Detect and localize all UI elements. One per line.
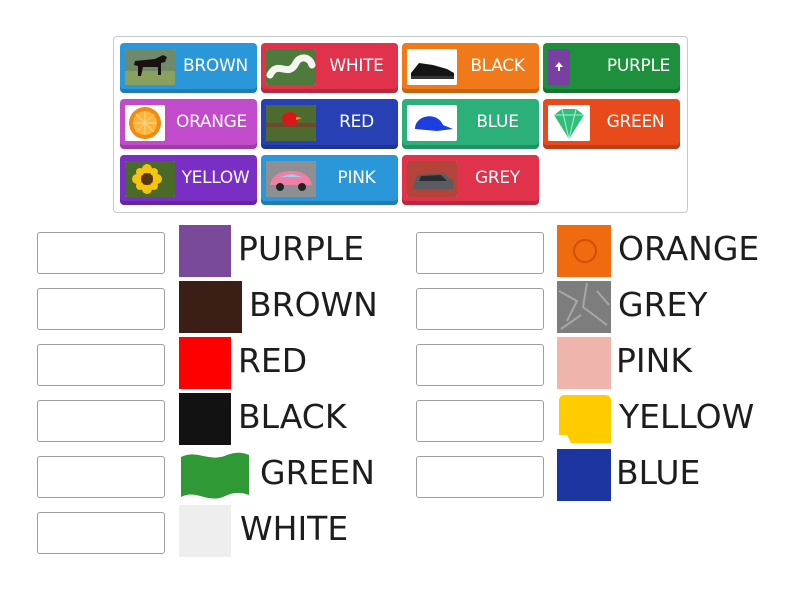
target-word: YELLOW [619, 397, 755, 436]
drop-slot-red[interactable] [37, 344, 165, 386]
tile-label: WHITE [329, 56, 384, 76]
tile-label: BLUE [476, 112, 519, 132]
pink-swatch [557, 337, 611, 389]
tile-pink[interactable]: PINK [261, 155, 398, 205]
purple-swatch [179, 225, 231, 277]
tile-label: BROWN [183, 56, 248, 76]
tile-white[interactable]: WHITE [261, 43, 398, 93]
target-word: BLACK [238, 397, 347, 436]
drop-slot-yellow[interactable] [416, 400, 544, 442]
drop-slot-white[interactable] [37, 512, 165, 554]
target-word: BLUE [616, 453, 701, 492]
blue-swatch [557, 449, 611, 501]
tile-label: GREY [475, 168, 520, 188]
grey-texture-swatch [557, 281, 611, 333]
horse-photo [125, 49, 175, 85]
tile-black[interactable]: BLACK [402, 43, 539, 93]
tile-brown[interactable]: BROWN [120, 43, 257, 93]
black-swatch [179, 393, 231, 445]
tile-purple[interactable]: PURPLE [543, 43, 680, 93]
drop-slot-brown[interactable] [37, 288, 165, 330]
white-swatch [179, 505, 231, 557]
tile-grey[interactable]: GREY [402, 155, 539, 205]
tile-label: PINK [337, 168, 376, 188]
tile-orange[interactable]: ORANGE [120, 99, 257, 149]
tile-label: GREEN [606, 112, 665, 132]
tile-green[interactable]: GREEN [543, 99, 680, 149]
tile-yellow[interactable]: YELLOW [120, 155, 257, 205]
drop-slot-orange[interactable] [416, 232, 544, 274]
drop-slot-purple[interactable] [37, 232, 165, 274]
target-word: PURPLE [238, 229, 365, 268]
tile-blue[interactable]: BLUE [402, 99, 539, 149]
tile-label: RED [339, 112, 374, 132]
sunflower-photo [125, 161, 175, 197]
yellow-swatch [557, 393, 611, 445]
grey-car-photo [407, 161, 457, 197]
tile-label: BLACK [470, 56, 525, 76]
blue-cap-photo [407, 105, 457, 141]
target-word: PINK [616, 341, 692, 380]
drop-slot-pink[interactable] [416, 344, 544, 386]
drop-slot-black[interactable] [37, 400, 165, 442]
target-word: BROWN [249, 285, 378, 324]
tile-label: PURPLE [606, 56, 671, 76]
orange-fruit-photo [125, 105, 165, 141]
black-sneaker-photo [407, 49, 457, 85]
white-snake-photo [266, 49, 316, 85]
green-flag-swatch [179, 449, 251, 501]
target-word: WHITE [240, 509, 349, 548]
target-word: GREEN [260, 453, 375, 492]
target-word: RED [238, 341, 308, 380]
tile-label: YELLOW [181, 168, 250, 188]
target-word: ORANGE [618, 229, 760, 268]
drop-slot-green[interactable] [37, 456, 165, 498]
red-bird-photo [266, 105, 316, 141]
orange-swatch [557, 225, 611, 277]
target-word: GREY [618, 285, 708, 324]
brown-swatch [179, 281, 242, 333]
purple-swatch [548, 49, 570, 85]
drop-slot-blue[interactable] [416, 456, 544, 498]
green-gem-photo [548, 105, 590, 141]
answer-bank: BROWN WHITE BLACK PURPLE ORANGE RED BLUE… [113, 36, 688, 213]
drop-slot-grey[interactable] [416, 288, 544, 330]
tile-red[interactable]: RED [261, 99, 398, 149]
pink-car-photo [266, 161, 316, 197]
red-swatch [179, 337, 231, 389]
tile-label: ORANGE [176, 112, 247, 132]
